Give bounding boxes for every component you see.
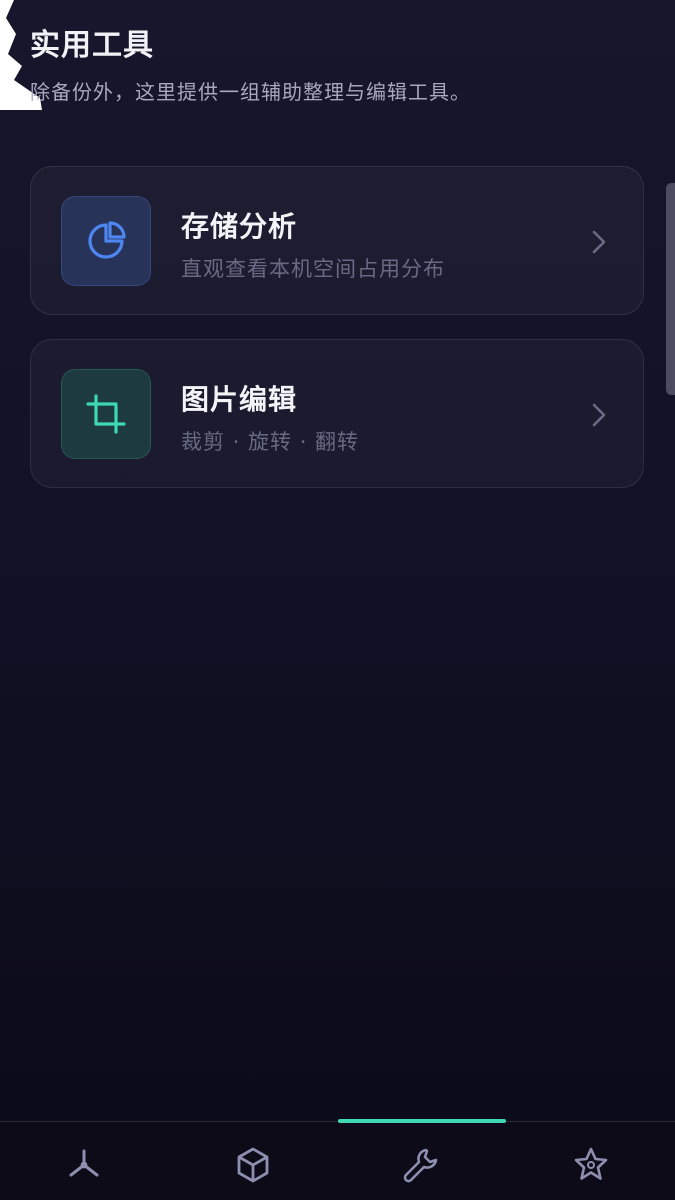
storage-analysis-description: 直观查看本机空间占用分布 bbox=[181, 257, 445, 281]
storage-icon-tile bbox=[61, 196, 151, 286]
storage-analysis-title: 存储分析 bbox=[181, 210, 298, 243]
wrench-icon bbox=[403, 1148, 438, 1183]
bottom-navigation bbox=[0, 1121, 675, 1200]
nav-item-cube[interactable] bbox=[223, 1142, 283, 1188]
share-nodes-icon bbox=[69, 1149, 99, 1177]
image-edit-description: 裁剪 · 旋转 · 翻转 bbox=[181, 430, 360, 454]
page-title: 实用工具 bbox=[30, 28, 154, 63]
nav-item-favorites[interactable] bbox=[561, 1142, 621, 1188]
cube-icon bbox=[237, 1147, 269, 1183]
image-edit-title: 图片编辑 bbox=[181, 383, 298, 416]
storage-analysis-card[interactable]: 存储分析 直观查看本机空间占用分布 bbox=[30, 166, 644, 315]
image-edit-icon-tile bbox=[61, 369, 151, 459]
chevron-right-icon bbox=[592, 230, 606, 254]
crop-icon bbox=[86, 394, 126, 434]
star-badge-icon bbox=[574, 1147, 608, 1180]
active-tab-indicator bbox=[338, 1119, 506, 1123]
image-edit-card[interactable]: 图片编辑 裁剪 · 旋转 · 翻转 bbox=[30, 339, 644, 488]
page-subtitle: 除备份外，这里提供一组辅助整理与编辑工具。 bbox=[30, 80, 471, 104]
chevron-right-icon bbox=[592, 403, 606, 427]
pie-chart-icon bbox=[88, 221, 126, 259]
nav-item-share[interactable] bbox=[54, 1142, 114, 1188]
scrollbar[interactable] bbox=[666, 183, 675, 395]
nav-item-tools[interactable] bbox=[391, 1142, 451, 1188]
